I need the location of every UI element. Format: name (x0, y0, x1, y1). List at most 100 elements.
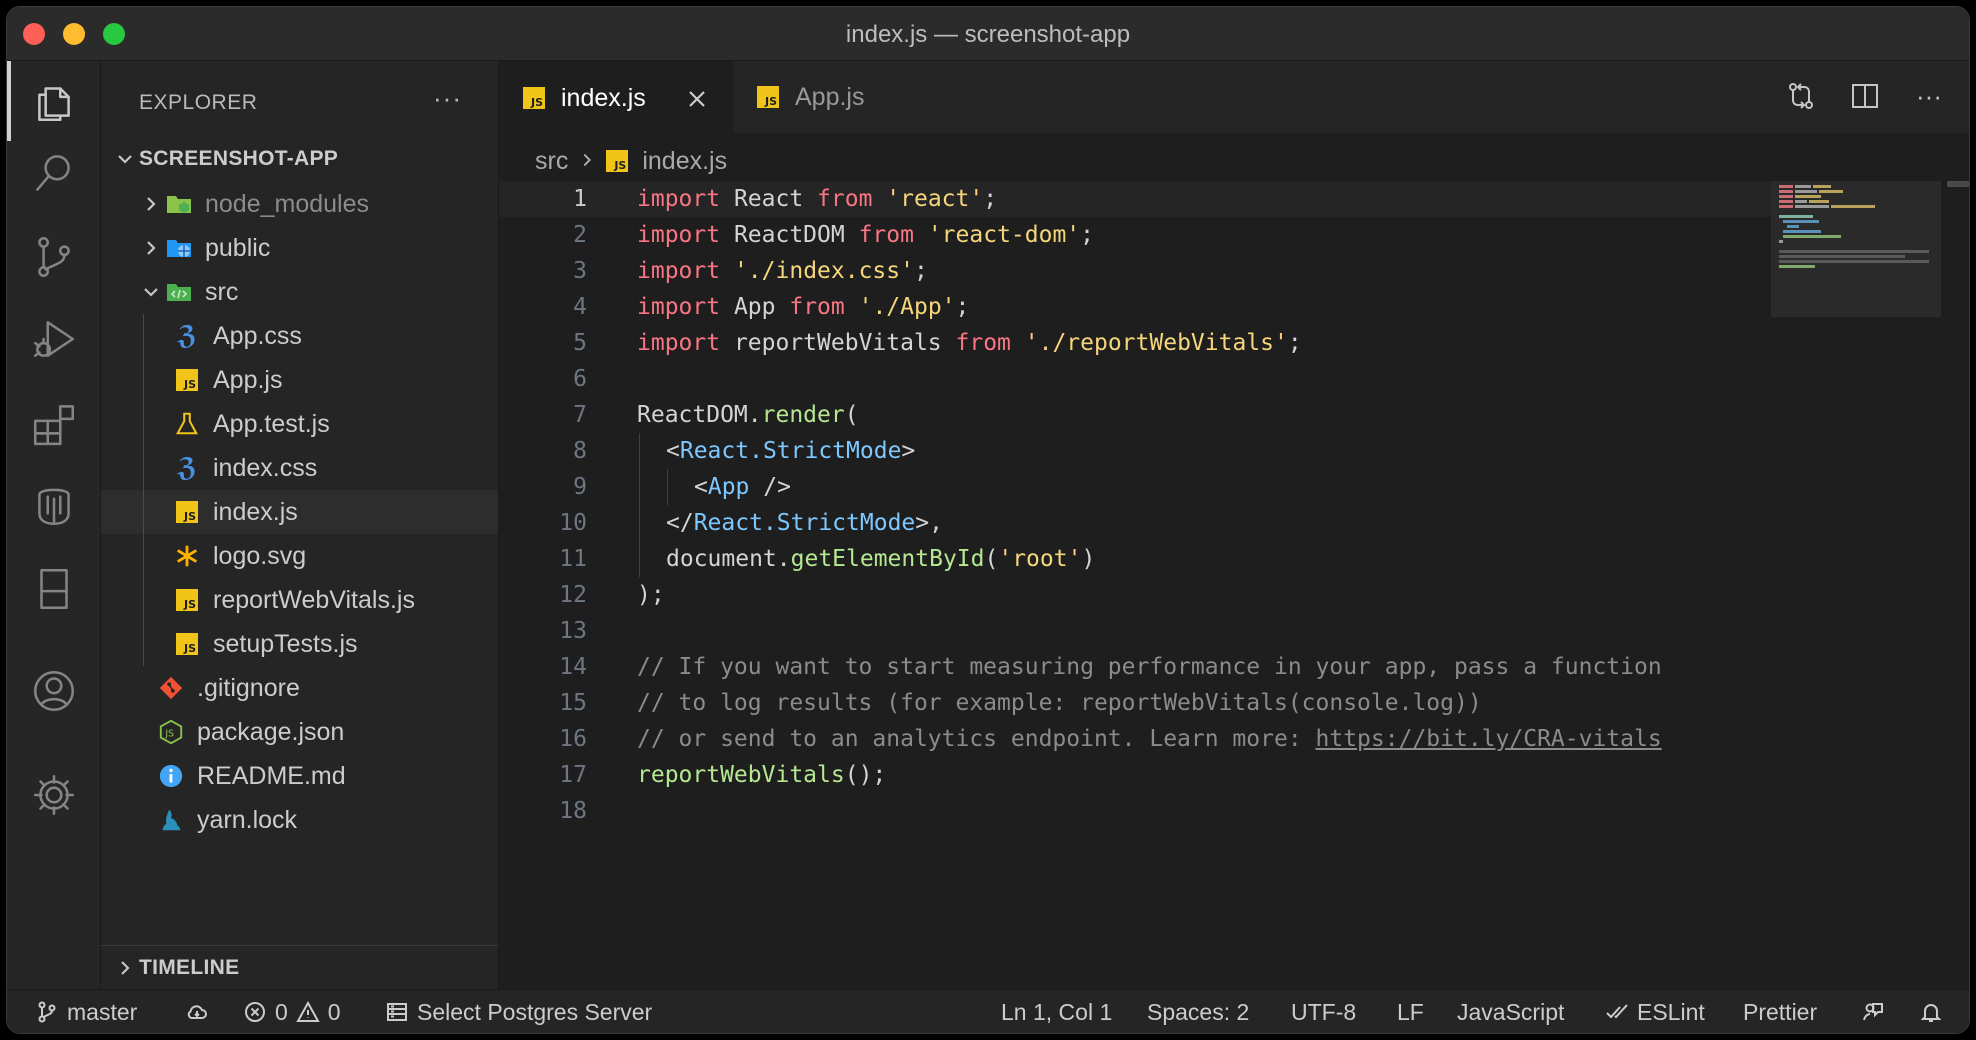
status-bar: master 0 0 Select Postgres Server Ln 1, … (7, 989, 1969, 1033)
chevron-down-icon (111, 145, 139, 173)
tree-item-public[interactable]: public (101, 226, 498, 270)
tree-item-logo-svg[interactable]: logo.svg (101, 534, 498, 578)
indent-guide (143, 314, 144, 358)
line-number: 11 (559, 546, 587, 572)
tree-item-setup-tests-js[interactable]: JS setupTests.js (101, 622, 498, 666)
explorer-sidebar: EXPLORER ··· SCREENSHOT-APP node_modules (101, 61, 499, 989)
code-line: 2 import ReactDOM from 'react-dom'; (499, 217, 1789, 253)
indent-guide (143, 534, 144, 578)
language-mode[interactable]: JavaScript (1457, 990, 1564, 1033)
tab-index-js[interactable]: JS index.js (499, 61, 733, 133)
extensions-icon[interactable] (7, 383, 101, 463)
indentation-status[interactable]: Spaces: 2 (1147, 990, 1249, 1033)
explorer-more-actions-button[interactable]: ··· (433, 83, 462, 114)
tree-item-yarn-lock[interactable]: yarn.lock (101, 798, 498, 842)
database-icon[interactable] (7, 465, 101, 545)
double-check-icon (1606, 1004, 1628, 1019)
code-line: 4 import App from './App'; (499, 289, 1789, 325)
indent-guide (143, 578, 144, 622)
tree-item-node-modules[interactable]: node_modules (101, 182, 498, 226)
line-number: 7 (573, 402, 587, 428)
project-name: SCREENSHOT-APP (139, 147, 339, 170)
yarn-icon (157, 806, 185, 834)
timeline-section-header[interactable]: TIMELINE (101, 945, 498, 989)
code-line: 3 import './index.css'; (499, 253, 1789, 289)
code-line: 16// or send to an analytics endpoint. L… (499, 721, 1789, 757)
js-file-icon: JS (173, 586, 201, 614)
chevron-down-icon (137, 278, 165, 306)
tree-item-src[interactable]: src (101, 270, 498, 314)
line-number: 10 (559, 510, 587, 536)
code-line: 13 (499, 613, 1789, 649)
scrollbar-indicator[interactable] (1947, 181, 1969, 187)
code-line: 12); (499, 577, 1789, 613)
code-line: 17 reportWebVitals(); (499, 757, 1789, 793)
tree-item-app-css[interactable]: ℨ App.css (101, 314, 498, 358)
cursor-position[interactable]: Ln 1, Col 1 (1001, 990, 1112, 1033)
postgres-server-status[interactable]: Select Postgres Server (385, 990, 652, 1033)
feedback-icon[interactable] (1861, 990, 1885, 1033)
indent-guide (143, 490, 144, 534)
accounts-icon[interactable] (7, 651, 101, 731)
problems-status[interactable]: 0 0 (243, 990, 341, 1033)
project-folder-header[interactable]: SCREENSHOT-APP (101, 139, 498, 179)
activity-bar (7, 61, 101, 989)
line-number: 16 (559, 726, 587, 752)
notifications-bell-icon[interactable] (1919, 990, 1943, 1033)
indent-guide (143, 622, 144, 666)
settings-gear-icon[interactable] (7, 755, 101, 835)
more-actions-icon[interactable]: ··· (1911, 77, 1947, 115)
line-number: 3 (573, 258, 587, 284)
source-control-icon[interactable] (7, 217, 101, 297)
code-line: 8 <React.StrictMode> (499, 433, 1789, 469)
editor-actions: ··· (1783, 77, 1947, 115)
line-number: 4 (573, 294, 587, 320)
search-icon[interactable] (7, 133, 101, 213)
breadcrumb-file[interactable]: index.js (642, 147, 727, 176)
js-file-icon: JS (173, 498, 201, 526)
src-folder-icon (165, 278, 193, 306)
git-branch-icon (38, 1001, 56, 1023)
tree-item-app-test-js[interactable]: App.test.js (101, 402, 498, 446)
eslint-status[interactable]: ESLint (1605, 990, 1705, 1033)
tree-item-index-js[interactable]: JS index.js (101, 490, 498, 534)
code-editor[interactable]: 1 import React from 'react'; 2 import Reac… (499, 181, 1789, 829)
tree-item-gitignore[interactable]: .gitignore (101, 666, 498, 710)
tree-item-package-json[interactable]: JS package.json (101, 710, 498, 754)
warning-icon (296, 1000, 320, 1022)
node-folder-icon (165, 190, 193, 218)
sync-status[interactable] (185, 990, 209, 1033)
line-number: 18 (559, 798, 587, 824)
minimap[interactable] (1771, 181, 1941, 317)
prettier-status[interactable]: Prettier (1743, 990, 1817, 1033)
tree-item-readme-md[interactable]: README.md (101, 754, 498, 798)
tree-item-app-js[interactable]: JS App.js (101, 358, 498, 402)
eol-status[interactable]: LF (1397, 990, 1424, 1033)
branch-status[interactable]: master (35, 990, 137, 1033)
nodejs-icon: JS (157, 718, 185, 746)
svg-asterisk-icon (173, 542, 201, 570)
tab-label: App.js (795, 82, 865, 111)
explorer-icon[interactable] (7, 61, 101, 141)
indent-guide (143, 358, 144, 402)
close-icon[interactable] (683, 85, 711, 113)
tree-item-index-css[interactable]: ℨ index.css (101, 446, 498, 490)
vitals-link[interactable]: https://bit.ly/CRA-vitals (1316, 726, 1662, 752)
code-line: 11 document.getElementById('root') (499, 541, 1789, 577)
js-file-icon: JS (606, 150, 629, 172)
line-number: 1 (573, 186, 587, 212)
line-number: 17 (559, 762, 587, 788)
remote-explorer-icon[interactable] (7, 549, 101, 629)
split-editor-icon[interactable] (1847, 77, 1883, 115)
file-tree: node_modules public src ℨ App.css JS App… (101, 182, 498, 842)
encoding-status[interactable]: UTF-8 (1291, 990, 1356, 1033)
git-icon (157, 674, 185, 702)
tab-app-js[interactable]: JS App.js (733, 61, 943, 133)
code-line: 15// to log results (for example: report… (499, 685, 1789, 721)
compare-changes-icon[interactable] (1783, 77, 1819, 115)
vscode-window: index.js — screenshot-app EXPLORER ··· S… (6, 6, 1970, 1034)
tree-item-report-web-vitals-js[interactable]: JS reportWebVitals.js (101, 578, 498, 622)
code-line: 18 (499, 793, 1789, 829)
run-debug-icon[interactable] (7, 299, 101, 379)
breadcrumb-folder[interactable]: src (535, 147, 568, 176)
